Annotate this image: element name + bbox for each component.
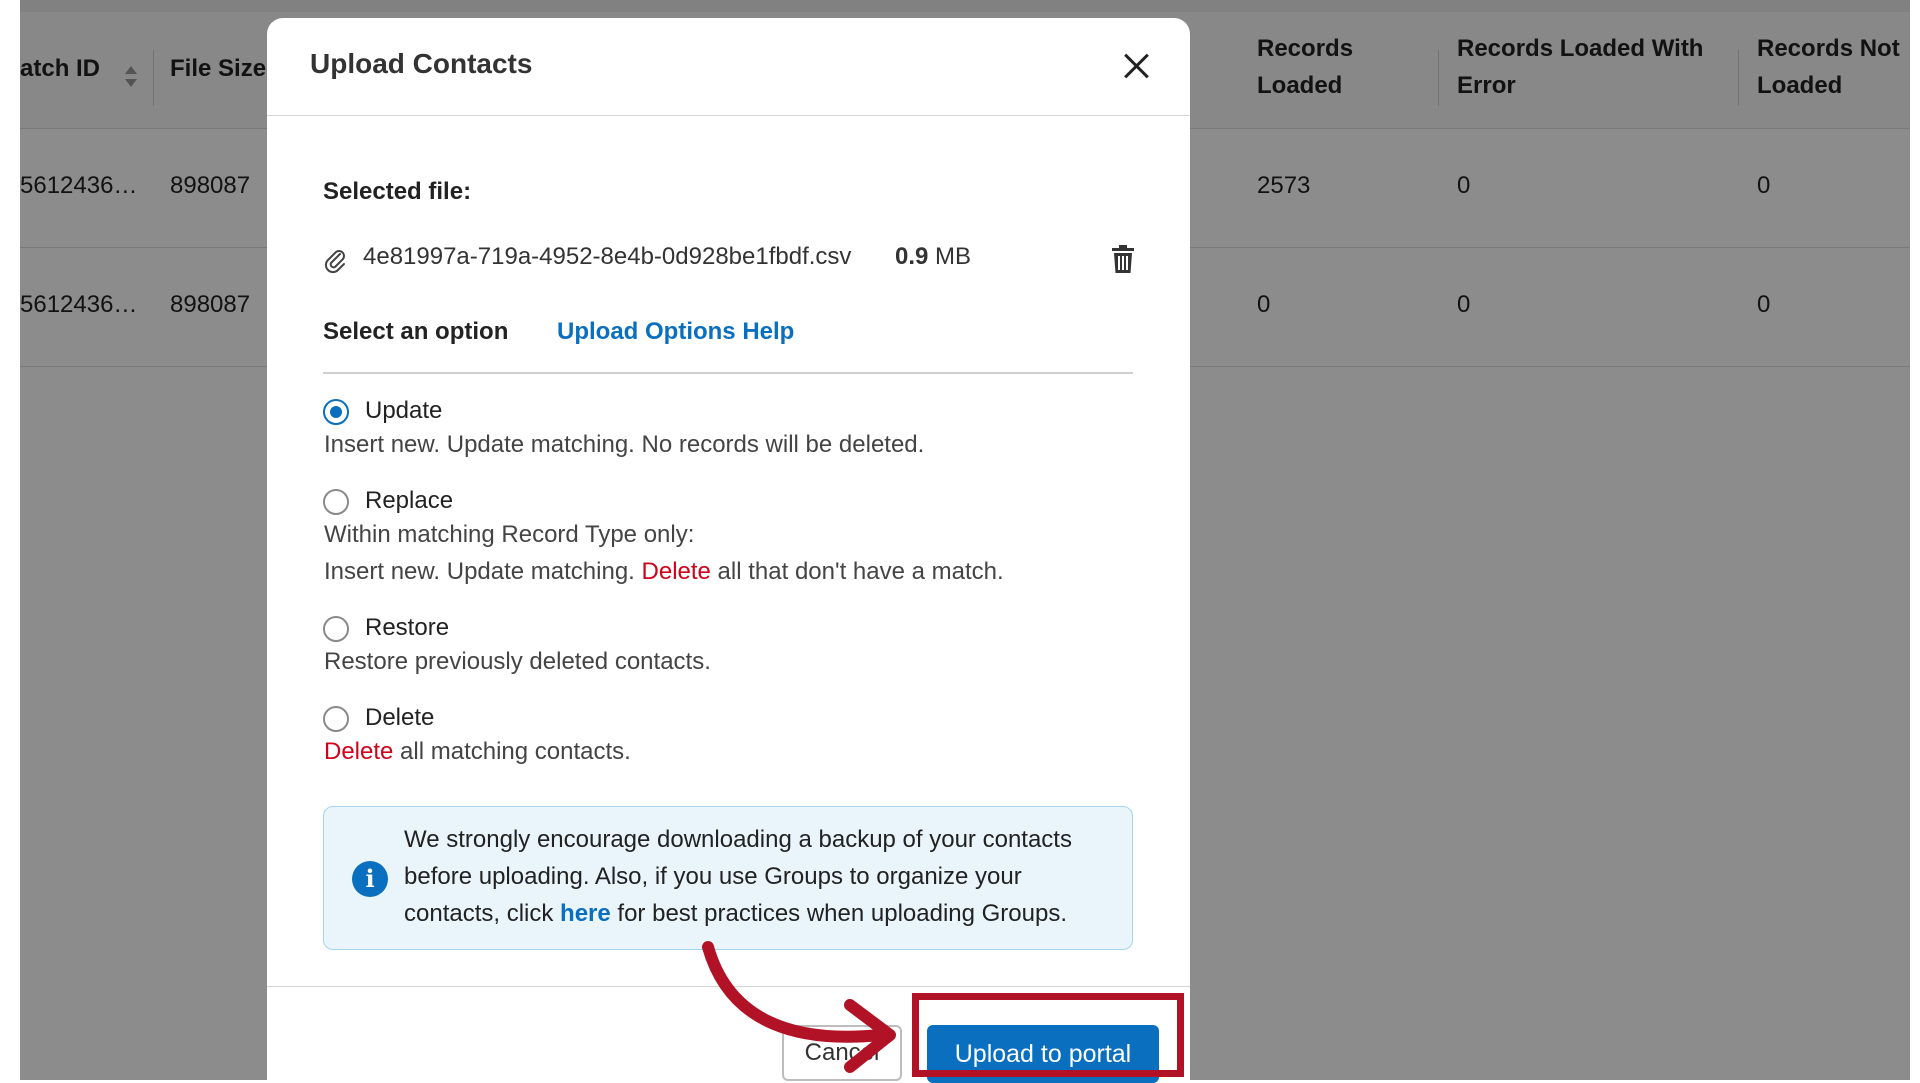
file-size-unit: MB: [935, 243, 972, 270]
option-description: Insert new. Update matching. Delete all …: [324, 558, 1004, 586]
close-icon[interactable]: [1119, 48, 1155, 84]
select-option-label: Select an option: [323, 318, 509, 345]
radio-button-restore[interactable]: [323, 616, 349, 642]
page-edge-right: [1910, 0, 1920, 1080]
option-description: Within matching Record Type only:: [324, 521, 695, 548]
description-text: all that don't have a match.: [710, 558, 1004, 585]
radio-button-replace[interactable]: [323, 489, 349, 515]
description-text: Insert new. Update matching.: [324, 558, 642, 585]
description-text: all matching contacts.: [393, 738, 631, 765]
file-size: 0.9 MB: [895, 243, 971, 271]
groups-best-practices-link[interactable]: here: [560, 900, 611, 927]
info-text-part: for best practices when uploading Groups…: [610, 900, 1068, 927]
trash-icon[interactable]: [1109, 244, 1137, 274]
file-name: 4e81997a-719a-4952-8e4b-0d928be1fbdf.csv: [363, 243, 852, 270]
delete-warning-text: Delete: [641, 558, 711, 585]
option-label: Restore: [365, 614, 450, 641]
info-icon: i: [352, 861, 388, 897]
highlight-box: [912, 993, 1184, 1077]
radio-button-update[interactable]: [323, 399, 349, 425]
backup-info-box: i We strongly encourage downloading a ba…: [323, 806, 1133, 950]
info-text: We strongly encourage downloading a back…: [404, 821, 1114, 932]
option-description: Insert new. Update matching. No records …: [324, 431, 925, 458]
modal-title: Upload Contacts: [310, 48, 533, 79]
divider: [323, 372, 1133, 374]
radio-button-delete[interactable]: [323, 706, 349, 732]
file-size-value: 0.9: [895, 243, 929, 270]
option-description: Restore previously deleted contacts.: [324, 648, 711, 675]
option-label: Replace: [365, 487, 454, 514]
page-edge-left: [0, 0, 20, 1080]
selected-file-label: Selected file:: [323, 178, 472, 205]
option-description: Delete all matching contacts.: [324, 738, 631, 766]
upload-options-help-link[interactable]: Upload Options Help: [557, 318, 794, 346]
delete-warning-text: Delete: [324, 738, 394, 765]
paperclip-icon: [324, 250, 345, 274]
curved-arrow-icon: [702, 941, 896, 1073]
option-label: Delete: [365, 704, 435, 731]
option-label: Update: [365, 397, 443, 424]
modal-header: Upload Contacts: [267, 18, 1190, 116]
upload-contacts-modal: Upload Contacts Selected file: 4e81997a-…: [267, 18, 1190, 1083]
